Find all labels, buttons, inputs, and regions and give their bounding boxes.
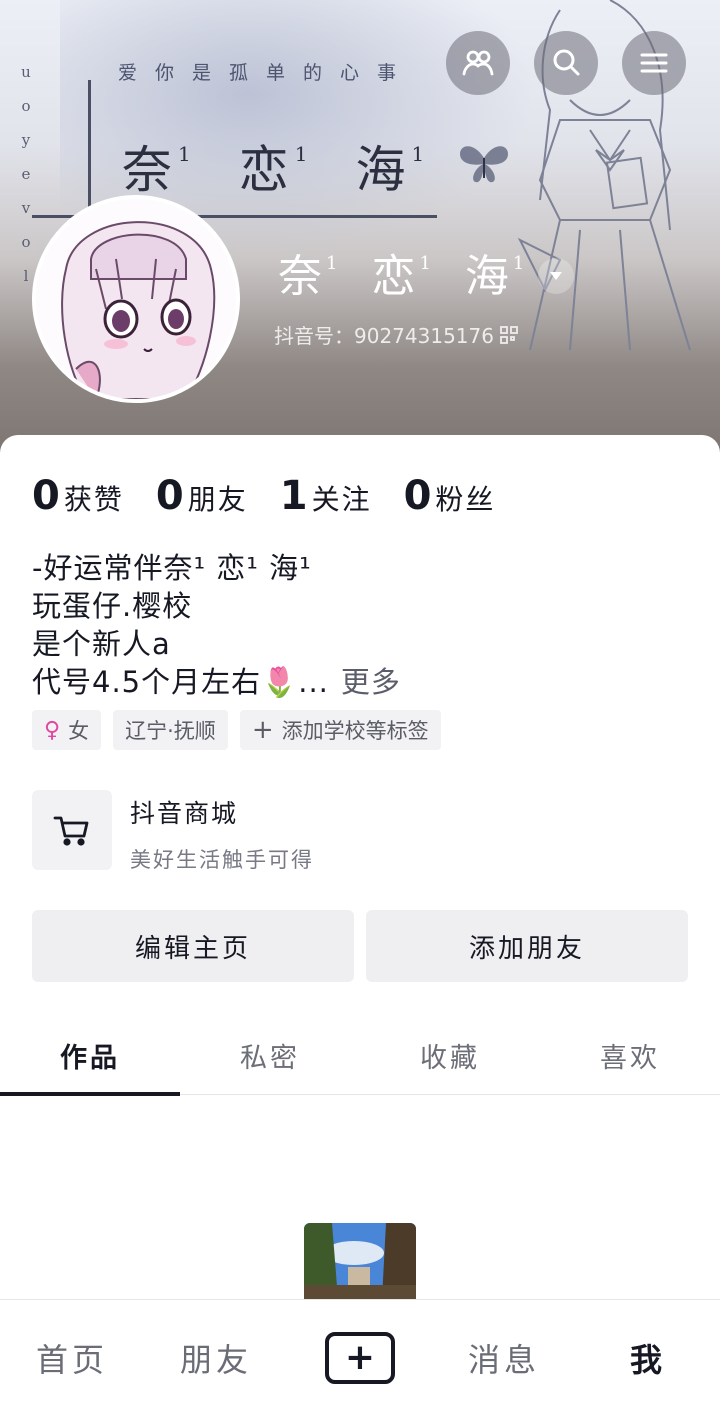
nav-friends[interactable]: 朋友 bbox=[144, 1335, 288, 1381]
douyin-id[interactable]: 抖音号：90274315176 bbox=[274, 320, 518, 349]
bio-line: 代号4.5个月左右🌷... 更多 bbox=[32, 665, 401, 699]
bio-line: -好运常伴奈¹ 恋¹ 海¹ bbox=[32, 551, 312, 585]
bio-line: 是个新人a bbox=[32, 627, 171, 661]
gender-tag: ♀ 女 bbox=[32, 710, 102, 750]
douyin-id-text: 抖音号：90274315176 bbox=[274, 324, 494, 348]
friends-button[interactable] bbox=[446, 31, 510, 95]
anime-girl-avatar-image bbox=[36, 199, 236, 399]
add-tag-text: 添加学校等标签 bbox=[281, 719, 429, 743]
search-icon bbox=[553, 49, 580, 76]
bottom-navigation: 首页 朋友 + 消息 我 bbox=[0, 1299, 720, 1415]
content-tabs: 作品 私密 收藏 喜欢 bbox=[0, 1015, 720, 1096]
account-switch-button[interactable] bbox=[538, 258, 574, 294]
nav-me[interactable]: 我 bbox=[576, 1335, 720, 1381]
caret-down-icon bbox=[550, 272, 562, 280]
tab-private[interactable]: 私密 bbox=[180, 1015, 360, 1095]
stat-friends[interactable]: 0 朋友 bbox=[156, 473, 248, 519]
douyin-mall-entry[interactable]: 抖音商城 美好生活触手可得 bbox=[32, 790, 314, 874]
plus-icon: + bbox=[251, 715, 274, 745]
stat-following-count: 1 bbox=[279, 473, 308, 519]
qr-code-icon[interactable] bbox=[500, 325, 518, 344]
location-tag: 辽宁·抚顺 bbox=[113, 710, 228, 750]
shop-title: 抖音商城 bbox=[130, 799, 239, 828]
search-button[interactable] bbox=[534, 31, 598, 95]
stat-following[interactable]: 1 关注 bbox=[280, 473, 372, 519]
add-friend-button[interactable]: 添加朋友 bbox=[366, 910, 688, 982]
stat-friends-label: 朋友 bbox=[187, 483, 248, 516]
stat-followers-label: 粉丝 bbox=[435, 483, 496, 516]
bio-line: 玩蛋仔.樱校 bbox=[32, 589, 193, 623]
nav-messages[interactable]: 消息 bbox=[432, 1335, 576, 1381]
tab-works[interactable]: 作品 bbox=[0, 1015, 180, 1096]
shop-subtitle: 美好生活触手可得 bbox=[130, 848, 314, 872]
stat-followers[interactable]: 0 粉丝 bbox=[404, 473, 496, 519]
location-text: 辽宁·抚顺 bbox=[125, 719, 216, 743]
profile-nickname[interactable]: 奈1 恋1 海1 bbox=[278, 240, 528, 304]
stat-likes-count: 0 bbox=[32, 473, 60, 519]
stat-following-label: 关注 bbox=[311, 483, 372, 516]
shop-icon-box bbox=[32, 790, 112, 870]
female-icon: ♀ bbox=[44, 717, 61, 743]
stats-row: 0 获赞 0 朋友 1 关注 0 粉丝 bbox=[32, 473, 527, 519]
plus-icon: + bbox=[325, 1331, 395, 1384]
post-thumbnail[interactable] bbox=[304, 1223, 416, 1299]
stat-followers-count: 0 bbox=[403, 473, 432, 519]
gender-text: 女 bbox=[68, 719, 90, 743]
profile-card: 0 获赞 0 朋友 1 关注 0 粉丝 -好运常伴奈¹ 恋¹ 海¹ 玩蛋仔.樱校… bbox=[0, 435, 720, 1415]
edit-profile-button[interactable]: 编辑主页 bbox=[32, 910, 354, 982]
cover-divider-vertical bbox=[88, 80, 91, 220]
menu-button[interactable] bbox=[622, 31, 686, 95]
bio[interactable]: -好运常伴奈¹ 恋¹ 海¹ 玩蛋仔.樱校 是个新人a 代号4.5个月左右🌷...… bbox=[32, 549, 401, 701]
stat-likes-label: 获赞 bbox=[63, 483, 124, 516]
stat-likes[interactable]: 0 获赞 bbox=[32, 473, 124, 519]
tab-likes[interactable]: 喜欢 bbox=[540, 1015, 720, 1095]
people-icon bbox=[462, 50, 494, 76]
girl-sketch-illustration bbox=[517, 0, 691, 351]
nav-home[interactable]: 首页 bbox=[0, 1335, 144, 1381]
tab-favorites[interactable]: 收藏 bbox=[360, 1015, 540, 1095]
bio-more-link[interactable]: 更多 bbox=[341, 665, 401, 699]
cover-title: 奈1 恋1 海1 bbox=[122, 141, 431, 199]
cover-slogan: 爱你是孤单的心事 bbox=[118, 62, 415, 84]
stat-friends-count: 0 bbox=[155, 473, 184, 519]
menu-icon bbox=[640, 53, 668, 73]
cover-vertical-text: u o y e v o l bbox=[21, 63, 31, 285]
shopping-cart-icon bbox=[53, 816, 89, 846]
avatar[interactable] bbox=[32, 195, 240, 403]
nav-create[interactable]: + bbox=[288, 1331, 432, 1384]
landscape-photo-image bbox=[304, 1223, 416, 1299]
profile-tags: ♀ 女 辽宁·抚顺 + 添加学校等标签 bbox=[32, 710, 441, 750]
add-tag-button[interactable]: + 添加学校等标签 bbox=[239, 710, 441, 750]
